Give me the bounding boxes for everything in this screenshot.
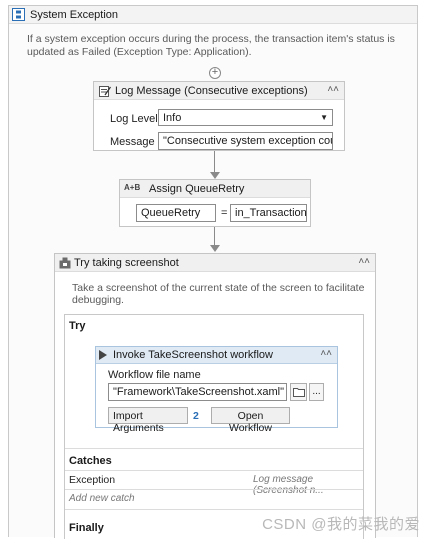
connector-line	[214, 227, 215, 247]
assign-equals: =	[221, 207, 228, 219]
try-screenshot-activity[interactable]: Try taking screenshot ˄˄ Take a screensh…	[54, 253, 376, 539]
collapse-icon[interactable]: ˄˄	[320, 348, 332, 359]
dropdown-arrow-icon: ▼	[320, 113, 328, 122]
finally-label: Finally	[69, 522, 104, 534]
catch-row-divider	[65, 489, 363, 490]
log-level-label: Log Level	[110, 113, 158, 125]
more-options-button[interactable]: ...	[309, 383, 324, 401]
collapse-icon[interactable]: ˄˄	[358, 256, 370, 267]
assign-value-input[interactable]: in_TransactionItem	[230, 204, 307, 222]
system-exception-description: If a system exception occurs during the …	[27, 33, 395, 58]
assign-to-input[interactable]: QueueRetry	[136, 204, 216, 222]
catches-label: Catches	[69, 455, 112, 467]
connector-line	[214, 151, 215, 173]
folder-browse-icon[interactable]	[290, 383, 307, 401]
try-label: Try	[69, 320, 86, 332]
log-level-value: Info	[163, 112, 182, 124]
log-message-activity[interactable]: Log Message (Consecutive exceptions) ˄˄ …	[93, 81, 345, 151]
finally-divider	[65, 509, 363, 510]
invoke-header: Invoke TakeScreenshot workflow ˄˄	[96, 347, 337, 364]
assign-icon: A+B	[124, 183, 141, 192]
assign-header: A+B Assign QueueRetry	[120, 180, 310, 198]
log-level-select[interactable]: Info ▼	[158, 109, 333, 126]
try-catch-icon	[59, 257, 71, 269]
message-label: Message	[110, 136, 155, 148]
log-message-title: Log Message (Consecutive exceptions)	[115, 85, 308, 97]
invoke-title: Invoke TakeScreenshot workflow	[113, 349, 273, 361]
collapse-icon[interactable]: ˄˄	[327, 84, 339, 95]
watermark: CSDN @我的菜我的爱	[262, 516, 420, 533]
try-screenshot-description: Take a screenshot of the current state o…	[72, 282, 365, 306]
sequence-icon	[12, 8, 25, 21]
import-arguments-button[interactable]: Import Arguments	[108, 407, 188, 434]
invoke-workflow-activity[interactable]: Invoke TakeScreenshot workflow ˄˄ Workfl…	[95, 346, 338, 434]
add-new-catch-link[interactable]: Add new catch	[69, 493, 135, 504]
open-workflow-button[interactable]: Open Workflow	[211, 407, 290, 434]
catch-exception-type[interactable]: Exception	[69, 474, 115, 486]
system-exception-header[interactable]: System Exception	[9, 6, 417, 24]
try-screenshot-header: Try taking screenshot ˄˄	[55, 254, 375, 272]
catch-action-summary[interactable]: Log message (Screenshot n...	[253, 474, 363, 496]
assign-activity[interactable]: A+B Assign QueueRetry QueueRetry = in_Tr…	[119, 179, 311, 227]
arrow-down-icon	[210, 172, 220, 179]
system-exception-container: System Exception If a system exception o…	[8, 5, 418, 539]
workflow-file-input[interactable]: "Framework\TakeScreenshot.xaml"	[108, 383, 287, 401]
try-block: Try Invoke TakeScreenshot workflow ˄˄ Wo…	[64, 314, 364, 539]
add-activity-icon[interactable]: +	[209, 67, 221, 79]
workflow-file-label: Workflow file name	[108, 369, 201, 381]
catches-divider	[65, 448, 363, 449]
argument-count-badge: 2	[193, 410, 199, 422]
system-exception-title: System Exception	[30, 9, 119, 21]
message-input[interactable]: "Consecutive system exception counter is…	[158, 132, 333, 150]
log-message-header: Log Message (Consecutive exceptions) ˄˄	[94, 82, 344, 100]
catches-row-divider	[65, 470, 363, 471]
arrow-down-icon	[210, 245, 220, 252]
assign-title: Assign QueueRetry	[149, 183, 245, 195]
log-message-icon	[99, 86, 111, 97]
play-icon	[99, 350, 107, 360]
try-screenshot-title: Try taking screenshot	[74, 257, 179, 269]
